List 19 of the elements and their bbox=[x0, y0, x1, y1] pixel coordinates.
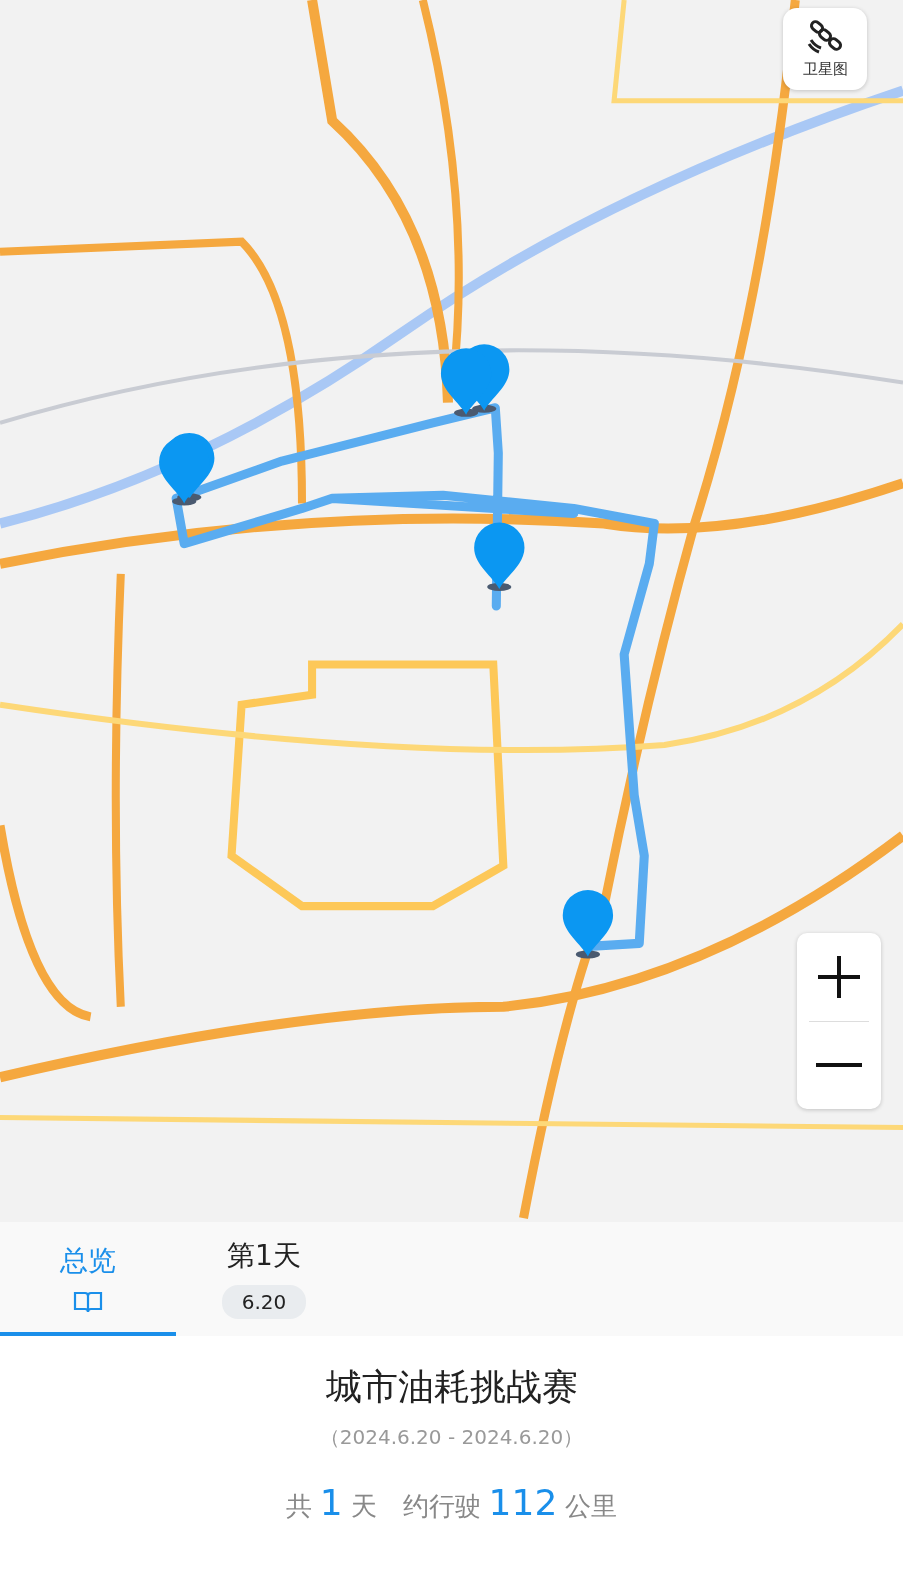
date-range: （2024.6.20 - 2024.6.20） bbox=[319, 1424, 584, 1451]
summary-number: 1 bbox=[319, 1481, 343, 1525]
trip-title: 城市油耗挑战赛 bbox=[325, 1365, 578, 1409]
map-pin-cluster-icon[interactable] bbox=[159, 432, 215, 506]
summary-text: 公里 bbox=[565, 1490, 618, 1523]
summary-number: 112 bbox=[488, 1481, 558, 1525]
summary-text: 共 bbox=[285, 1490, 312, 1523]
minus-icon bbox=[816, 1063, 862, 1068]
map-pin-icon[interactable] bbox=[474, 522, 525, 591]
map-pin-cluster-icon[interactable] bbox=[440, 344, 510, 417]
summary-text: 约行驶 bbox=[402, 1490, 481, 1523]
map-pin-icon[interactable] bbox=[562, 890, 614, 959]
date-badge: 6.20 bbox=[221, 1285, 307, 1319]
summary-text: 天 bbox=[350, 1490, 377, 1523]
satellite-view-button[interactable]: 卫星图 bbox=[783, 8, 867, 90]
plus-icon bbox=[816, 953, 862, 1000]
book-icon bbox=[73, 1290, 103, 1314]
tab[interactable]: 第1天 6.20 bbox=[176, 1222, 352, 1336]
satellite-label: 卫星图 bbox=[802, 58, 848, 80]
